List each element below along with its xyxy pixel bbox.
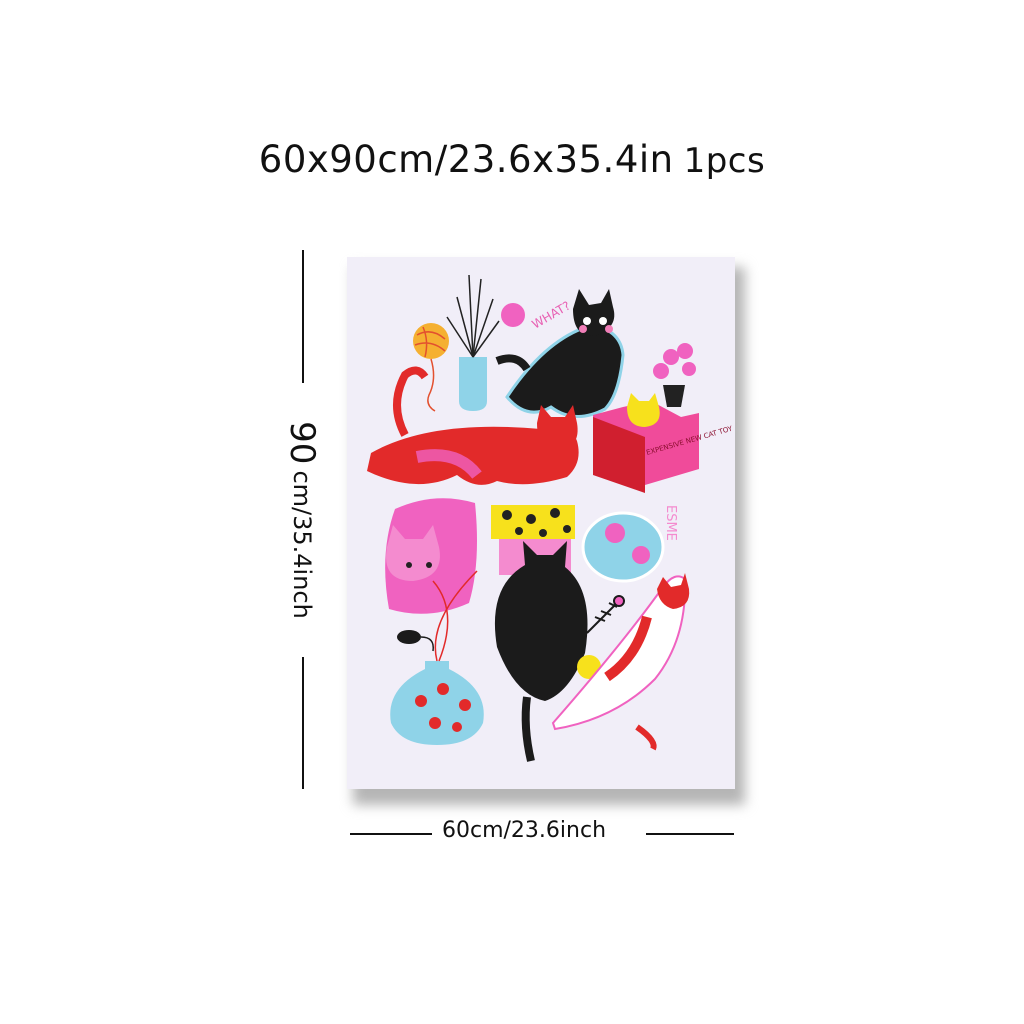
width-line-right bbox=[646, 833, 734, 835]
height-line-top bbox=[302, 250, 304, 383]
sleeping-cat-icon bbox=[581, 511, 665, 583]
poster-canvas: WHAT? EXPENSIVE NEW CAT TOY ESME bbox=[347, 257, 745, 805]
mouse-icon bbox=[397, 630, 434, 652]
height-number: 90 bbox=[282, 421, 322, 465]
quantity-text: 1pcs bbox=[683, 141, 766, 181]
height-label: 90 cm/35.4inch bbox=[282, 400, 322, 640]
width-label: 60cm/23.6inch bbox=[442, 818, 607, 843]
pink-ball-icon bbox=[501, 303, 525, 327]
width-line-left bbox=[350, 833, 432, 835]
fish-bone-icon bbox=[586, 595, 625, 634]
cat-illustration: WHAT? EXPENSIVE NEW CAT TOY ESME bbox=[367, 274, 734, 762]
size-text: 60x90cm/23.6x35.4in bbox=[258, 138, 674, 181]
pink-cat-chair-icon bbox=[385, 498, 477, 614]
what-speech: WHAT? bbox=[530, 299, 573, 332]
plant-vase-icon bbox=[446, 274, 500, 411]
esme-text: ESME bbox=[663, 505, 678, 541]
page-title: 60x90cm/23.6x35.4in 1pcs bbox=[0, 138, 1024, 181]
cat-box-icon: EXPENSIVE NEW CAT TOY bbox=[593, 393, 734, 493]
pink-plant-icon bbox=[653, 343, 696, 407]
poster-artwork: WHAT? EXPENSIVE NEW CAT TOY ESME bbox=[347, 257, 735, 789]
height-unit-text: cm/35.4inch bbox=[288, 470, 316, 619]
height-line-bottom bbox=[302, 657, 304, 789]
